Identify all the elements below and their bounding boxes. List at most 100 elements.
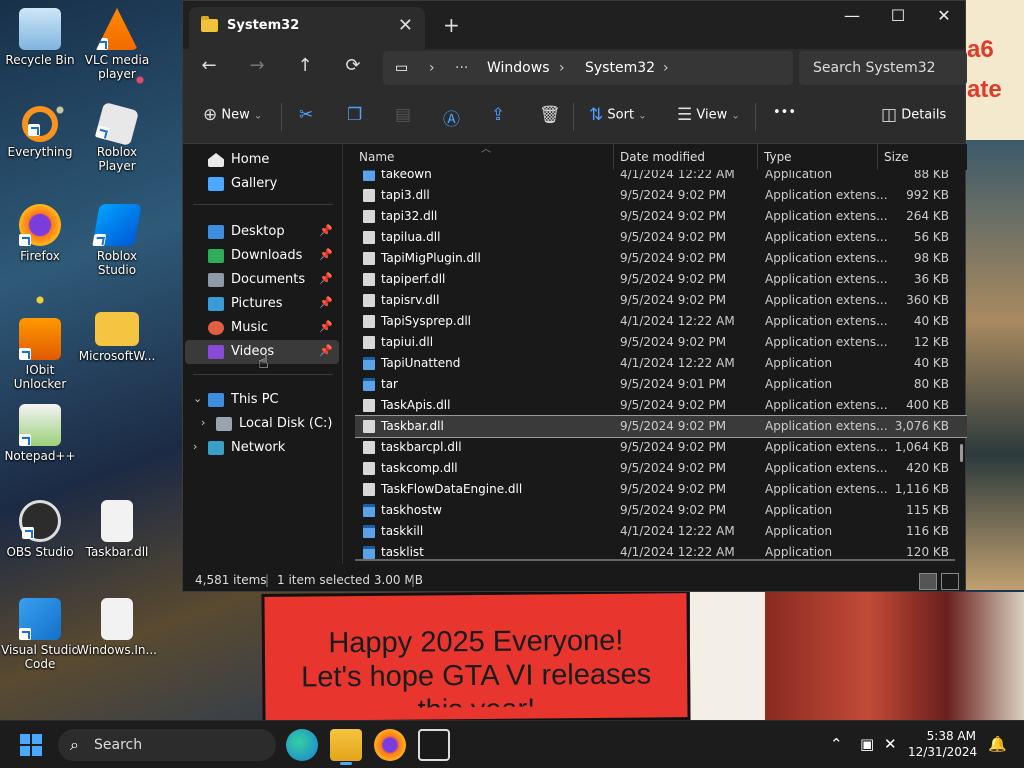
up-button[interactable]: ↑ (291, 55, 319, 76)
close-window-button[interactable]: ✕ (921, 6, 967, 25)
table-row[interactable]: taskcomp.dll 9/5/2024 9:02 PM Application … (355, 458, 967, 479)
more-locations-button[interactable]: ··· (455, 60, 468, 76)
pin-icon: 📌 (319, 224, 333, 237)
breadcrumb-system32[interactable]: System32 (585, 60, 655, 76)
search-box[interactable]: Search System32 (799, 51, 967, 85)
paste-button[interactable]: ▤ (395, 105, 411, 125)
column-divider[interactable] (877, 144, 878, 170)
column-divider[interactable] (757, 144, 758, 170)
table-row[interactable]: tar 9/5/2024 9:01 PM Application 80 KB (355, 374, 967, 395)
sidebar-item-home[interactable]: Home (185, 148, 339, 172)
desktop-icon-taskbar-dll[interactable]: Taskbar.dll (77, 500, 157, 559)
table-row[interactable]: tapisrv.dll 9/5/2024 9:02 PM Application e… (355, 290, 967, 311)
table-row[interactable]: taskhostw 9/5/2024 9:02 PM Application 115 … (355, 500, 967, 521)
column-size[interactable]: Size (884, 150, 909, 164)
table-row[interactable]: TapiSysprep.dll 4/1/2024 12:22 AM Applicat… (355, 311, 967, 332)
desktop-icon-recycle-bin[interactable]: Recycle Bin (0, 8, 80, 67)
file-explorer-taskbar-icon[interactable] (330, 729, 362, 765)
desktop-icon-microsoftw[interactable]: MicrosoftW... (77, 306, 157, 363)
chevron-up-icon[interactable]: ⌃ (830, 735, 843, 753)
table-row[interactable]: tapilua.dll 9/5/2024 9:02 PM Application e… (355, 227, 967, 248)
table-row[interactable]: tapiperf.dll 9/5/2024 9:02 PM Application … (355, 269, 967, 290)
table-row[interactable]: Taskbar.dll 9/5/2024 9:02 PM Application e… (355, 415, 967, 438)
column-divider[interactable] (613, 144, 614, 170)
table-row[interactable]: taskbarcpl.dll 9/5/2024 9:02 PM Applicatio… (355, 437, 967, 458)
file-type: Application extens... (765, 440, 888, 454)
table-row[interactable]: tapi32.dll 9/5/2024 9:02 PM Application ex… (355, 206, 967, 227)
desktop-icon-vscode[interactable]: Visual Studio Code (0, 598, 80, 671)
rename-button[interactable]: Ⓐ (443, 105, 460, 130)
column-date-modified[interactable]: Date modified (620, 150, 705, 164)
column-type[interactable]: Type (764, 150, 792, 164)
refresh-button[interactable]: ⟳ (339, 55, 367, 76)
desktop-icon-roblox-player[interactable]: Roblox Player (77, 101, 157, 173)
sidebar-item-gallery[interactable]: Gallery (185, 172, 339, 196)
file-size: 400 KB (906, 398, 949, 412)
desktop-icon-obs[interactable]: OBS Studio (0, 500, 80, 559)
desktop-icon-notepadpp[interactable]: Notepad++ (0, 404, 80, 463)
tab-system32[interactable]: System32 ✕ (189, 7, 425, 49)
notification-bell-icon[interactable]: 🔔 (988, 735, 1007, 753)
dll-file-icon (363, 294, 375, 307)
maximize-button[interactable]: ☐ (875, 6, 921, 25)
address-bar[interactable]: ▭ › ··· Windows › System32 › (383, 51, 793, 85)
new-button[interactable]: ⊕ New ⌄ (203, 105, 262, 125)
see-more-button[interactable]: ••• (773, 105, 796, 120)
table-row[interactable]: TapiUnattend 4/1/2024 12:22 AM Application… (355, 353, 967, 374)
table-row[interactable]: TaskApis.dll 9/5/2024 9:02 PM Application … (355, 395, 967, 416)
taskbar-search[interactable]: ⌕ Search (58, 729, 276, 761)
details-view-button[interactable] (919, 573, 937, 590)
network-status-icon[interactable]: ▣ (860, 735, 874, 753)
horizontal-scrollbar[interactable] (355, 559, 955, 561)
chevron-right-icon[interactable]: › (193, 440, 197, 453)
delete-button[interactable]: 🗑 (539, 105, 561, 125)
home-icon (208, 153, 224, 167)
table-row[interactable]: tapiui.dll 9/5/2024 9:02 PM Application ex… (355, 332, 967, 353)
table-row[interactable]: taskkill 4/1/2024 12:22 AM Application 116 … (355, 521, 967, 542)
new-tab-button[interactable]: + (443, 13, 460, 37)
edge-taskbar-icon[interactable] (286, 729, 318, 761)
column-name[interactable]: Name (359, 150, 394, 164)
close-tab-button[interactable]: ✕ (398, 15, 413, 36)
back-button[interactable]: ← (195, 55, 223, 76)
start-button[interactable] (20, 734, 43, 757)
vlc-icon (96, 8, 138, 50)
tiles-view-button[interactable] (941, 573, 959, 590)
cut-button[interactable]: ✂ (299, 105, 313, 125)
7zip-taskbar-icon[interactable] (418, 729, 450, 761)
desktop-icon-roblox-studio[interactable]: Roblox Studio (77, 204, 157, 277)
view-button[interactable]: ☰ View ⌄ (677, 105, 740, 125)
file-type: Application extens... (765, 482, 888, 496)
table-row[interactable]: TapiMigPlugin.dll 9/5/2024 9:02 PM Applica… (355, 248, 967, 269)
desktop-icon-iobit[interactable]: IObit Unlocker (0, 318, 80, 391)
firefox-taskbar-icon[interactable] (374, 729, 406, 761)
sidebar-item-local-disk[interactable]: › Local Disk (C:) (185, 412, 339, 436)
desktop-icon-firefox[interactable]: Firefox (0, 204, 80, 263)
copy-button[interactable]: ❐ (347, 105, 362, 125)
desktop-icon-vlc[interactable]: VLC media player (77, 8, 157, 81)
sidebar-item-downloads[interactable]: Downloads 📌 (185, 244, 339, 268)
table-row[interactable]: tapi3.dll 9/5/2024 9:02 PM Application ext… (355, 185, 967, 206)
sort-button[interactable]: ⇅ Sort ⌄ (589, 105, 647, 125)
vertical-scrollbar[interactable] (960, 444, 963, 462)
sidebar-item-desktop[interactable]: Desktop 📌 (185, 220, 339, 244)
breadcrumb-windows[interactable]: Windows (487, 60, 550, 76)
file-date: 9/5/2024 9:01 PM (620, 377, 727, 391)
desktop-icon-everything[interactable]: Everything (0, 106, 80, 159)
table-row[interactable]: TaskFlowDataEngine.dll 9/5/2024 9:02 PM Ap… (355, 479, 967, 500)
minimize-button[interactable]: — (829, 6, 875, 25)
forward-button[interactable]: → (243, 55, 271, 76)
sidebar-item-this-pc[interactable]: ⌄ This PC (185, 388, 339, 412)
chevron-down-icon[interactable]: ⌄ (193, 392, 202, 405)
volume-muted-icon[interactable]: ✕ (884, 735, 897, 753)
sidebar-item-network[interactable]: › Network (185, 436, 339, 460)
details-button[interactable]: ◫ Details (881, 105, 946, 125)
chevron-right-icon[interactable]: › (201, 416, 205, 429)
clock[interactable]: 5:38 AM 12/31/2024 (908, 728, 977, 760)
dll-file-icon (101, 598, 133, 640)
sidebar-item-music[interactable]: Music 📌 (185, 316, 339, 340)
share-button[interactable]: ⇪ (491, 105, 505, 125)
sidebar-item-pictures[interactable]: Pictures 📌 (185, 292, 339, 316)
desktop-icon-windows-in[interactable]: Windows.In... (77, 598, 157, 657)
sidebar-item-documents[interactable]: Documents 📌 (185, 268, 339, 292)
